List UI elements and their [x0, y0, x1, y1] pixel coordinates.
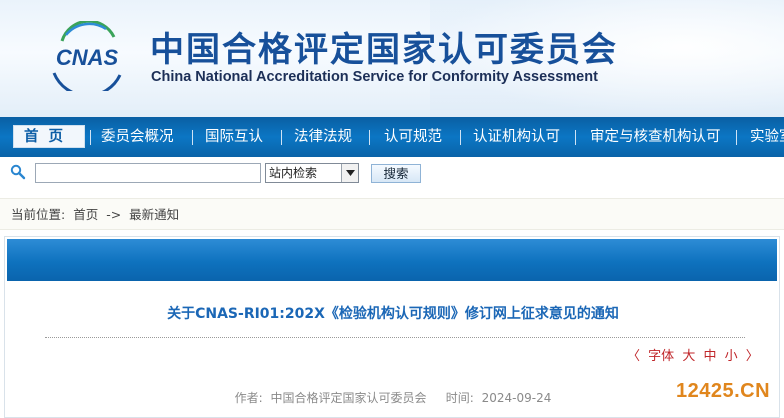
breadcrumb-arrow: ->	[106, 207, 122, 222]
nav-item-home[interactable]: 首页	[13, 125, 85, 148]
chevron-down-icon	[346, 170, 355, 176]
search-scope-select[interactable]: 站内检索	[265, 163, 359, 183]
font-size-bracket-close: 〉	[745, 349, 759, 364]
time-value: 2024-09-24	[481, 391, 552, 405]
nav-separator	[736, 130, 737, 145]
article-meta: 作者: 中国合格评定国家认可委员会 时间: 2024-09-24	[5, 389, 781, 406]
watermark-text: 12425.CN	[676, 380, 771, 402]
nav-separator	[90, 130, 91, 145]
article-header-bar	[7, 239, 777, 281]
nav-item-laws-regulations[interactable]: 法律法规	[294, 117, 352, 157]
author-label: 作者:	[234, 391, 263, 405]
search-input[interactable]	[35, 163, 261, 183]
nav-item-certification-body-accreditation[interactable]: 认证机构认可	[473, 117, 560, 157]
nav-item-committee-overview[interactable]: 委员会概况	[101, 117, 174, 157]
font-size-medium-button[interactable]: 中	[703, 349, 716, 364]
nav-separator	[281, 130, 282, 145]
time-label: 时间:	[445, 391, 474, 405]
site-title-english: China National Accreditation Service for…	[151, 69, 598, 85]
search-scope-value: 站内检索	[269, 166, 318, 180]
breadcrumb-home-link[interactable]: 首页	[73, 207, 98, 222]
font-size-large-button[interactable]: 大	[682, 349, 695, 364]
font-size-controls: 〈 字体 大 中 小 〉	[625, 345, 761, 364]
font-size-small-button[interactable]: 小	[725, 349, 738, 364]
cnas-logo: CNAS	[52, 21, 122, 91]
main-navigation: 首页 委员会概况 国际互认 法律法规 认可规范 认证机构认可 审定与核查机构认可…	[0, 117, 784, 157]
font-size-bracket-open: 〈	[627, 349, 641, 364]
nav-item-accreditation-criteria[interactable]: 认可规范	[384, 117, 442, 157]
search-bar: 站内检索 搜索	[0, 157, 784, 195]
nav-separator	[575, 130, 576, 145]
title-divider	[45, 337, 745, 338]
breadcrumb-current[interactable]: 最新通知	[129, 207, 179, 222]
font-size-label: 字体	[648, 349, 675, 364]
article-panel: 关于CNAS-RI01:202X《检验机构认可规则》修订网上征求意见的通知 〈 …	[4, 236, 780, 418]
breadcrumb-prefix: 当前位置:	[11, 207, 66, 222]
breadcrumb: 当前位置: 首页 -> 最新通知	[0, 198, 784, 230]
nav-item-international-recognition[interactable]: 国际互认	[205, 117, 263, 157]
nav-item-laboratory[interactable]: 实验室	[750, 117, 784, 157]
nav-separator	[369, 130, 370, 145]
site-title-chinese: 中国合格评定国家认可委员会	[150, 30, 618, 70]
search-icon	[10, 164, 26, 180]
nav-item-validation-verification-accreditation[interactable]: 审定与核查机构认可	[590, 117, 721, 157]
dropdown-arrow[interactable]	[341, 164, 358, 182]
author-value: 中国合格评定国家认可委员会	[270, 391, 427, 405]
nav-separator	[460, 130, 461, 145]
site-banner: CNAS 中国合格评定国家认可委员会 China National Accred…	[0, 0, 784, 117]
nav-separator	[192, 130, 193, 145]
article-title: 关于CNAS-RI01:202X《检验机构认可规则》修订网上征求意见的通知	[167, 306, 619, 322]
search-button[interactable]: 搜索	[371, 164, 421, 183]
svg-text:CNAS: CNAS	[56, 45, 119, 70]
